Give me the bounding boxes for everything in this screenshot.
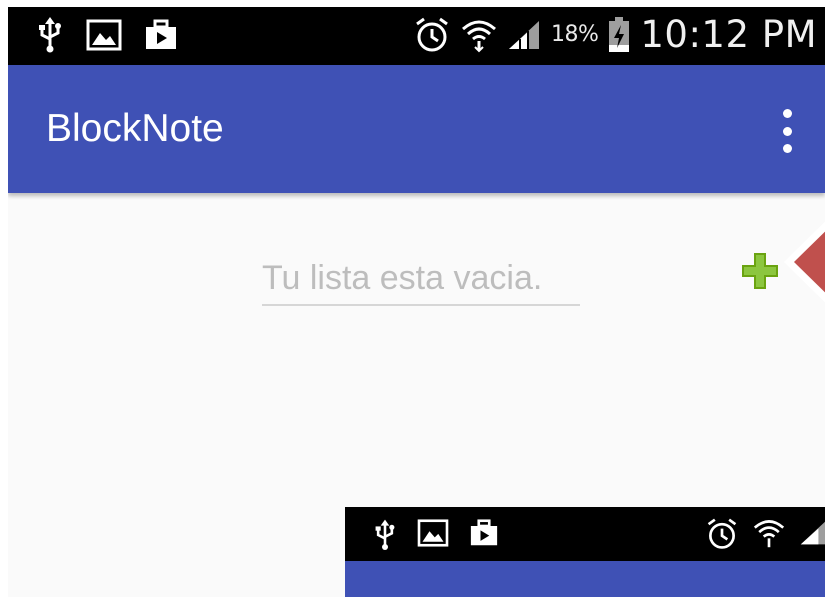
wifi-icon bbox=[461, 17, 497, 53]
empty-list-field[interactable] bbox=[262, 259, 580, 306]
image-icon bbox=[417, 519, 449, 555]
app-title: BlockNote bbox=[46, 107, 224, 150]
image-icon bbox=[86, 19, 122, 51]
status-bar-left bbox=[36, 17, 178, 53]
status-time: 10:12 PM bbox=[640, 13, 817, 56]
alarm-icon bbox=[413, 16, 451, 54]
inset-status-left bbox=[373, 519, 499, 555]
menu-dot bbox=[782, 109, 792, 118]
briefcase-icon bbox=[144, 19, 178, 51]
app-toolbar: BlockNote bbox=[8, 65, 825, 193]
wifi-icon bbox=[753, 517, 785, 555]
add-note-button[interactable] bbox=[736, 247, 784, 295]
battery-charging-icon bbox=[608, 16, 630, 53]
inset-status-right bbox=[705, 517, 825, 555]
signal-icon bbox=[799, 517, 825, 555]
menu-dot bbox=[782, 126, 792, 136]
usb-icon bbox=[36, 17, 64, 53]
alarm-icon bbox=[705, 517, 739, 555]
status-bar: 18% 10:12 PM bbox=[8, 7, 825, 65]
battery-percent: 18% bbox=[550, 22, 599, 47]
briefcase-icon bbox=[469, 519, 499, 555]
inset-toolbar bbox=[345, 561, 825, 597]
status-bar-right: 18% 10:12 PM bbox=[413, 13, 817, 56]
more-vert-icon[interactable] bbox=[779, 109, 795, 153]
usb-icon bbox=[373, 519, 397, 555]
menu-dot bbox=[782, 144, 792, 153]
embedded-screenshot bbox=[345, 507, 825, 597]
plus-icon bbox=[742, 253, 778, 289]
signal-icon bbox=[507, 19, 541, 51]
callout-arrow bbox=[784, 221, 825, 303]
inset-status-bar bbox=[345, 507, 825, 561]
